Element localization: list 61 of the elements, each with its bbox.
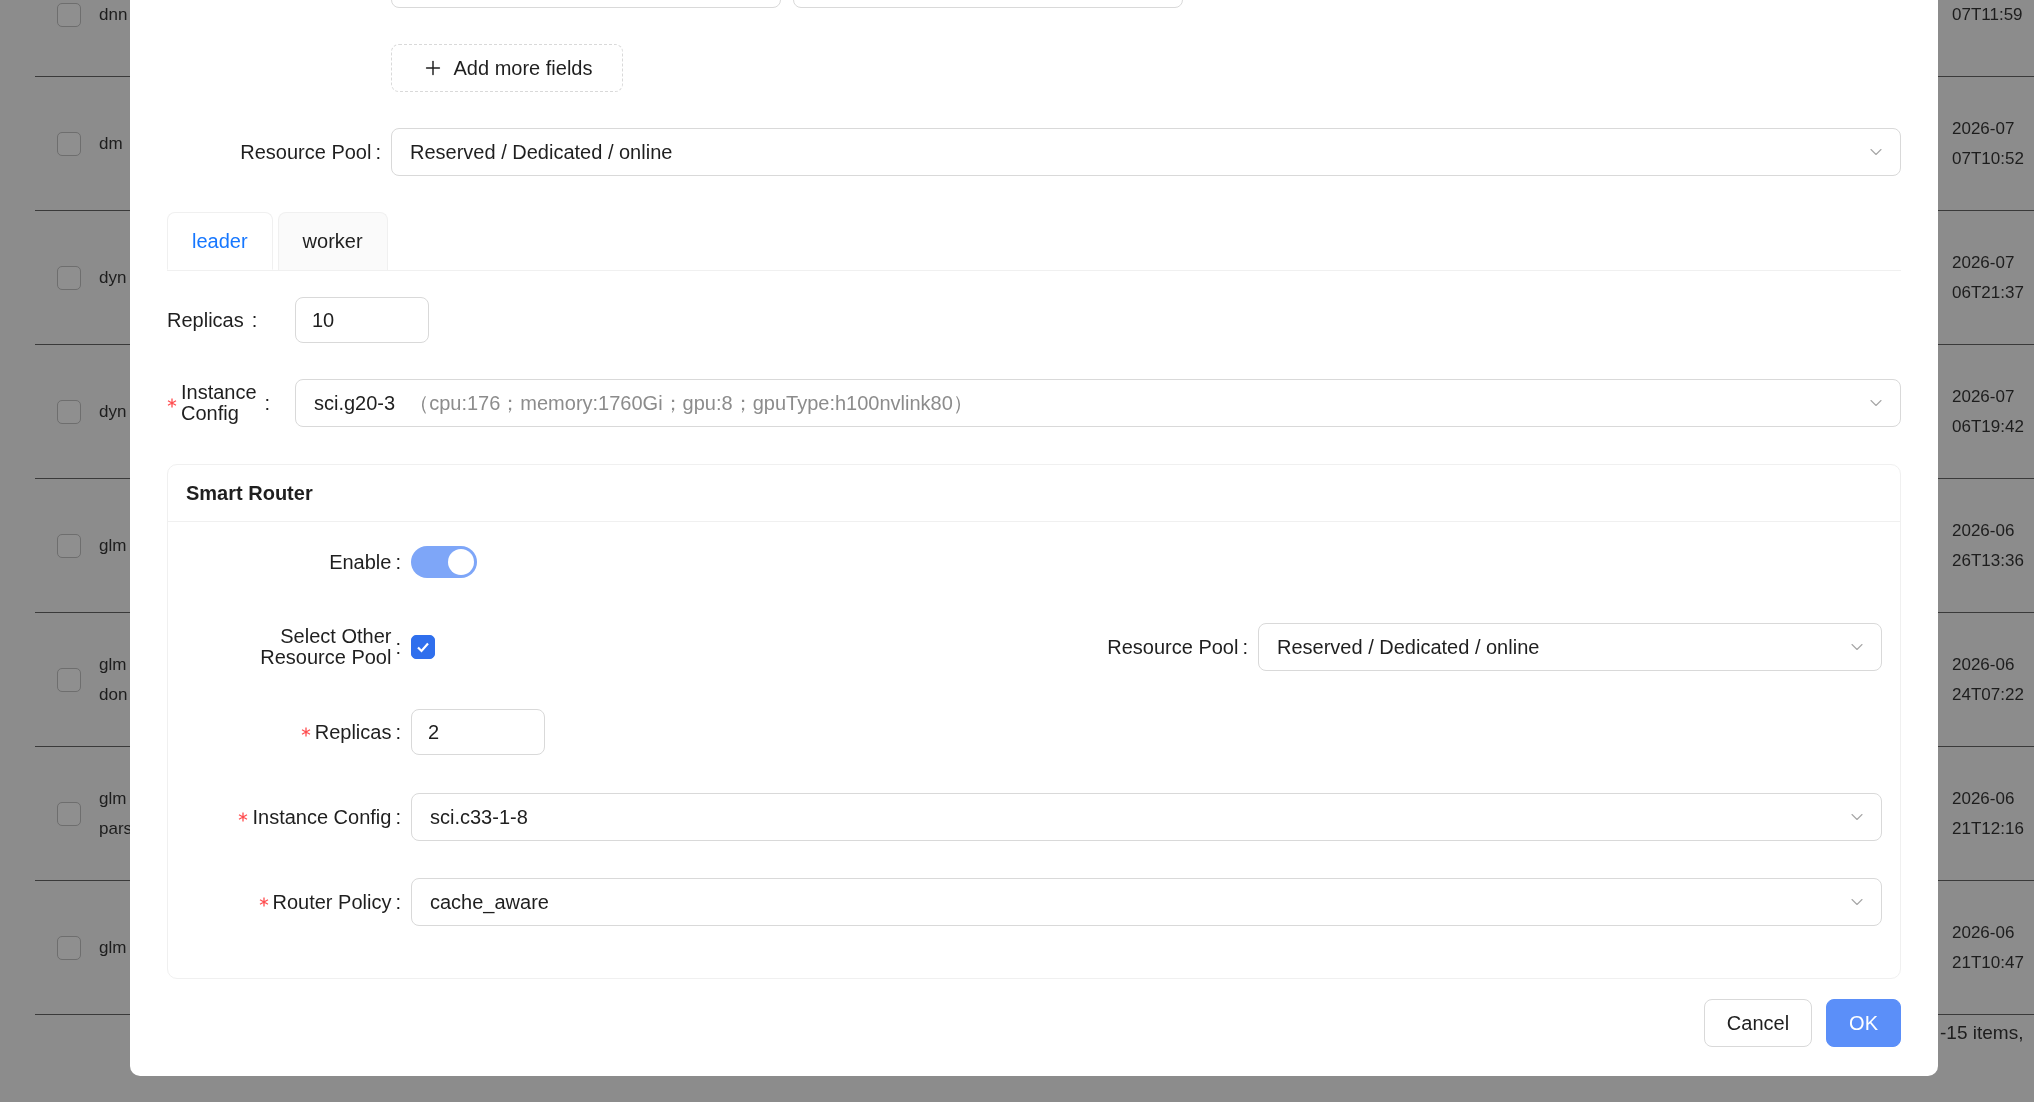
row-checkbox[interactable] [57,265,81,290]
required-icon [238,812,249,822]
resource-pool-select[interactable]: Reserved / Dedicated / online [391,128,1901,176]
row-checkbox[interactable] [57,399,81,424]
colon: : [1242,635,1248,659]
row-checkbox[interactable] [57,3,81,27]
table-cell-text: dnn [99,4,128,26]
table-cell-text: dm [99,132,123,155]
row-checkbox[interactable] [57,131,81,156]
colon: : [395,635,401,659]
tab[interactable]: worker [277,212,388,270]
row-checkbox[interactable] [57,801,81,826]
colon: : [375,140,381,164]
row-checkbox[interactable] [57,935,81,960]
date-cell-text: 07T11:59 [1952,4,2024,26]
colon: : [264,391,271,415]
field-label: Instance Config [238,806,392,828]
table-cell-text: dyn [99,266,127,289]
date-cell-text: 2026-06 26T13:36 [1952,519,2025,572]
field-label: Replicas [300,721,392,743]
dropdown-select[interactable]: cache_aware [411,878,1882,926]
instance-config-select[interactable]: sci.g20-3 （cpu:176；memory:1760Gi；gpu:8；gpuType:h100nvlink80） [295,379,1901,427]
colon: : [395,550,401,574]
required-icon [258,897,269,907]
pagination-total: -15 items, [1940,1022,2024,1044]
field-label: Select Other Resource Pool [260,626,392,668]
table-cell-text: glm [99,936,127,959]
required-icon [167,398,177,408]
row-checkbox[interactable] [57,667,81,692]
table-cell-text: glm don [99,653,128,706]
colon: : [251,308,258,332]
toggle-switch[interactable] [411,546,477,578]
table-cell-text: glm pars [99,787,133,840]
colon: : [395,720,401,744]
date-cell-text: 2026-06 24T07:22 [1952,653,2025,706]
resource-pool-select[interactable]: Reserved / Dedicated / online [1258,623,1882,671]
required-icon [300,727,311,737]
tab[interactable]: leader [167,212,273,270]
field-label: Enable [329,551,392,573]
date-cell-text: 2026-06 21T12:16 [1952,787,2025,840]
add-fields-button[interactable]: Add more fields [391,44,623,92]
field-label: Resource Pool [240,141,372,163]
colon: : [395,890,401,914]
replicas-input[interactable]: 10 [295,297,429,343]
cancel-button[interactable]: Cancel [1703,999,1813,1047]
card-title: Smart Router [168,465,1900,522]
field-label: Resource Pool [1107,636,1239,658]
table-cell-text: dyn [99,400,127,423]
date-cell-text: 2026-07 06T19:42 [1952,385,2025,438]
checkbox[interactable] [411,635,435,659]
field-label: Router Policy [258,891,392,913]
field-label: Replicas [167,309,244,331]
date-cell-text: 2026-07 07T10:52 [1952,117,2025,170]
table-cell-text: glm [99,534,127,557]
row-checkbox[interactable] [57,533,81,558]
replicas-input[interactable]: 2 [411,709,545,755]
date-cell-text: 2026-06 21T10:47 [1952,921,2025,974]
colon: : [395,805,401,829]
date-cell-text: 2026-07 06T21:37 [1952,251,2025,304]
dropdown-select[interactable]: sci.c33-1-8 [411,793,1882,841]
field-label: Instance Config [167,382,257,424]
